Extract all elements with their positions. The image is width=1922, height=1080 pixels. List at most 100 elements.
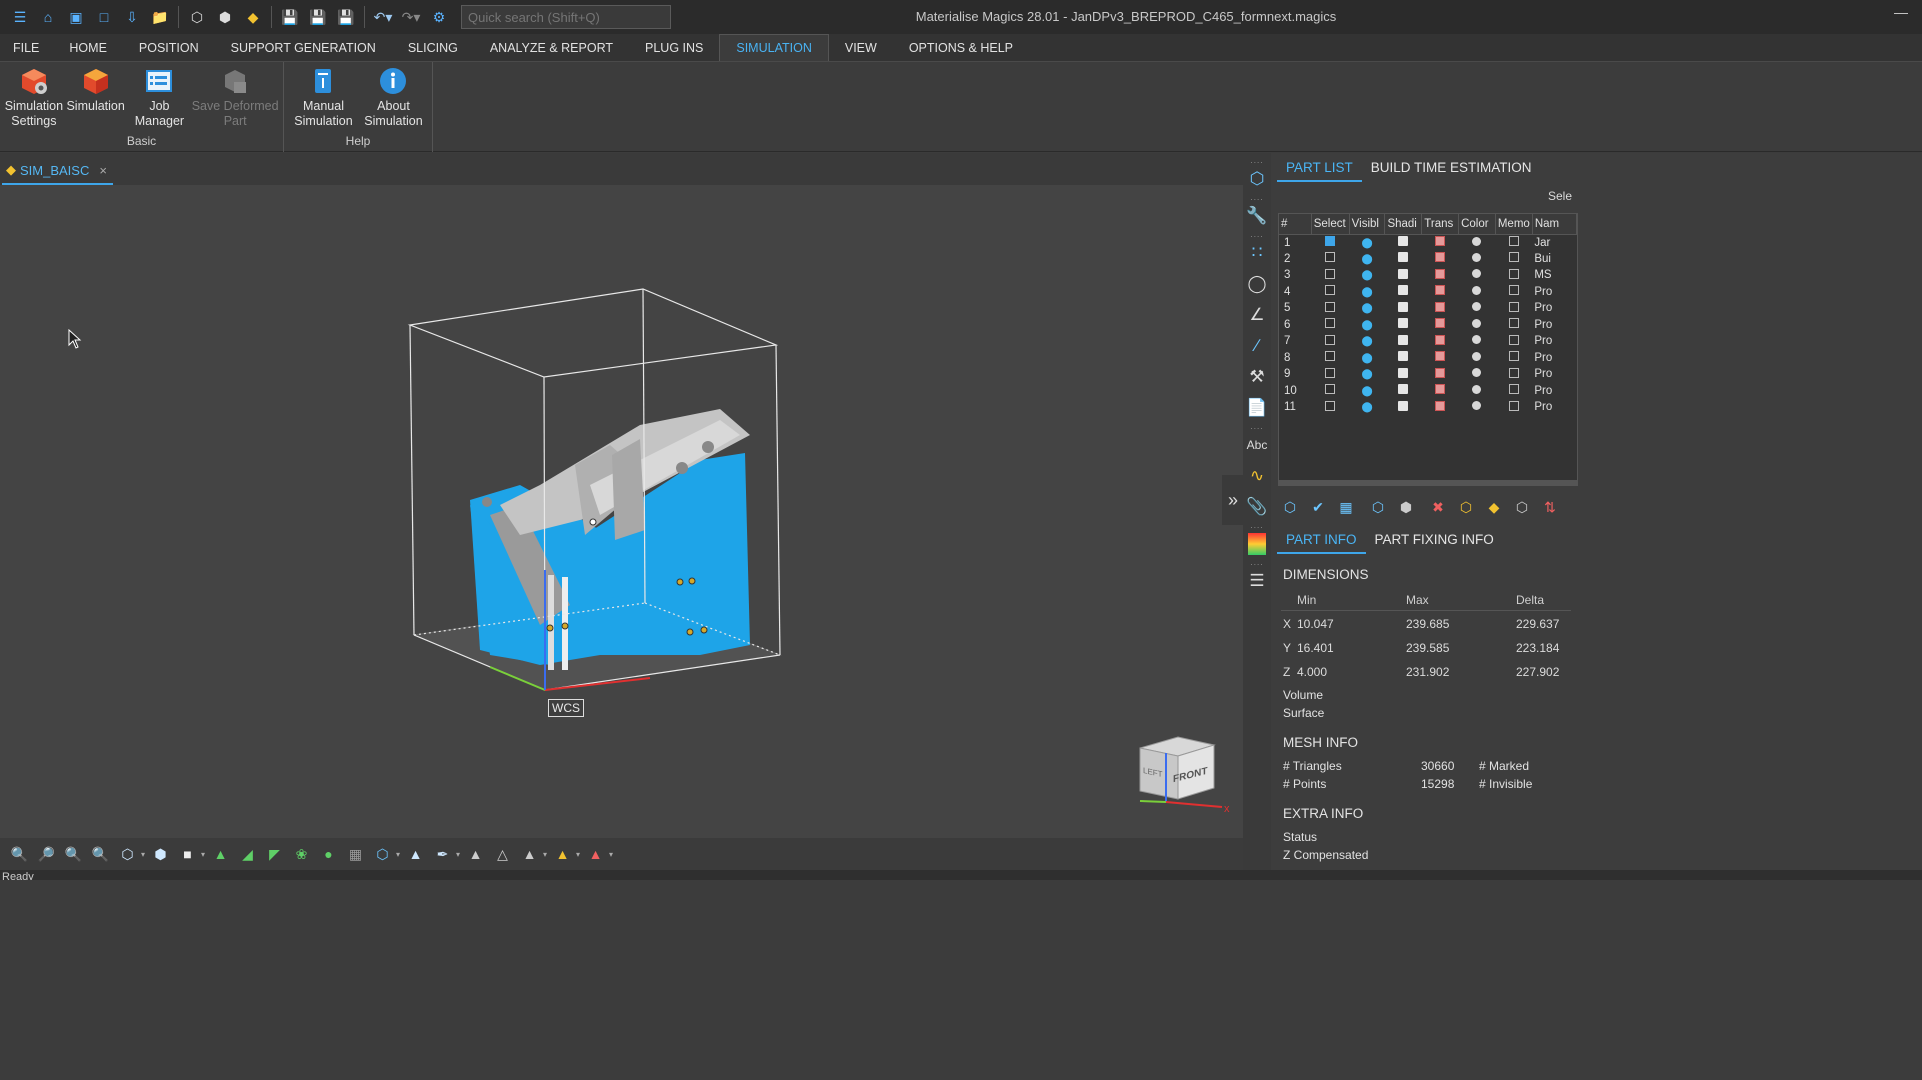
transparency-icon[interactable] (1422, 399, 1459, 416)
dropdown-arrow-icon[interactable]: ▾ (141, 850, 147, 859)
scene-canvas[interactable]: x (0, 185, 1243, 838)
memo-icon[interactable] (1495, 284, 1532, 301)
memo-icon[interactable] (1495, 267, 1532, 284)
folder-icon[interactable]: 📁 (149, 6, 171, 28)
shaded-cube-icon[interactable] (1385, 267, 1422, 284)
visible-eye-icon[interactable]: ⬤ (1349, 251, 1385, 268)
transparency-icon[interactable] (1422, 383, 1459, 400)
shaded-cube-icon[interactable] (1385, 234, 1422, 251)
part-color-icon[interactable]: ⬡ (1455, 496, 1477, 518)
color-scale-icon[interactable] (1245, 530, 1269, 558)
table-row[interactable]: 11 ⬤ Pro (1279, 399, 1577, 416)
memo-icon[interactable] (1495, 300, 1532, 317)
points-icon[interactable]: ∷ (1245, 239, 1269, 267)
app-menu-icon[interactable]: ☰ (9, 6, 31, 28)
select-checkbox[interactable] (1311, 267, 1349, 284)
tab-part-info[interactable]: PART INFO (1277, 526, 1366, 554)
select-checkbox[interactable] (1311, 251, 1349, 268)
shaded-cube-icon[interactable] (1385, 251, 1422, 268)
color-swatch[interactable] (1459, 350, 1496, 367)
visible-eye-icon[interactable]: ⬤ (1349, 284, 1385, 301)
transparency-icon[interactable] (1422, 234, 1459, 251)
shaded-icon[interactable]: ■ (177, 843, 199, 865)
table-horizontal-scrollbar[interactable] (1278, 480, 1578, 486)
col-shading[interactable]: Shadi (1384, 214, 1423, 235)
quick-search-input[interactable] (461, 5, 671, 29)
mark-brush-icon[interactable]: ✒ (432, 843, 454, 865)
zoom-selected-icon[interactable]: 🔍 (63, 843, 85, 865)
save-all-icon[interactable]: 💾 (335, 6, 357, 28)
part-box-icon[interactable]: ⬡ (1511, 496, 1533, 518)
table-row[interactable]: 9 ⬤ Pro (1279, 366, 1577, 383)
table-row[interactable]: 6 ⬤ Pro (1279, 317, 1577, 334)
tab-build-time-estimation[interactable]: BUILD TIME ESTIMATION (1362, 154, 1541, 182)
select-checkbox[interactable] (1311, 284, 1349, 301)
tab-slicing[interactable]: SLICING (392, 34, 474, 61)
color-swatch[interactable] (1459, 333, 1496, 350)
table-row[interactable]: 2 ⬤ Bui (1279, 251, 1577, 268)
sphere-icon[interactable]: ● (318, 843, 340, 865)
label-part-icon[interactable]: ◆ (1483, 496, 1505, 518)
select-checkbox[interactable] (1311, 383, 1349, 400)
visible-eye-icon[interactable]: ⬤ (1349, 366, 1385, 383)
clip-icon[interactable]: 📎 (1245, 493, 1269, 521)
color-swatch[interactable] (1459, 251, 1496, 268)
table-row[interactable]: 4 ⬤ Pro (1279, 284, 1577, 301)
dropdown-arrow-icon[interactable]: ▾ (456, 850, 462, 859)
color-swatch[interactable] (1459, 267, 1496, 284)
tab-analyze-report[interactable]: ANALYZE & REPORT (474, 34, 629, 61)
visible-eye-icon[interactable]: ⬤ (1349, 234, 1385, 251)
wave-icon[interactable]: ∿ (1245, 462, 1269, 490)
shaded-cube-icon[interactable] (1385, 350, 1422, 367)
mark-outline-icon[interactable]: △ (492, 843, 514, 865)
table-row[interactable]: 1 ⬤ Jar (1279, 234, 1577, 251)
tools-icon[interactable]: ⚒ (1245, 363, 1269, 391)
dropdown-arrow-icon[interactable]: ▾ (201, 850, 207, 859)
select-triangle-icon[interactable]: ▲ (210, 843, 232, 865)
lasso-icon[interactable]: ❀ (291, 843, 313, 865)
memo-icon[interactable] (1495, 234, 1532, 251)
shaded-cube-icon[interactable] (1385, 399, 1422, 416)
col-memo[interactable]: Memo (1495, 214, 1533, 235)
part-box-icon[interactable]: ⬡ (372, 843, 394, 865)
dropdown-arrow-icon[interactable]: ▾ (396, 850, 402, 859)
tab-home[interactable]: HOME (53, 34, 123, 61)
visible-eye-icon[interactable]: ⬤ (1349, 267, 1385, 284)
import-icon[interactable]: ⇩ (121, 6, 143, 28)
cube-icon[interactable]: ⬢ (214, 6, 236, 28)
wrench-icon[interactable]: 🔧 (1245, 202, 1269, 230)
document-tab[interactable]: ◆ SIM_BAISC × (2, 157, 113, 185)
tab-position[interactable]: POSITION (123, 34, 215, 61)
dropdown-arrow-icon[interactable]: ▾ (543, 850, 549, 859)
home-icon[interactable]: ⌂ (37, 6, 59, 28)
part-icon[interactable]: ⬡ (186, 6, 208, 28)
save-as-icon[interactable]: 💾 (307, 6, 329, 28)
select-checkbox[interactable] (1311, 399, 1349, 416)
table-row[interactable]: 5 ⬤ Pro (1279, 300, 1577, 317)
close-icon[interactable]: × (99, 163, 107, 178)
save-icon[interactable]: 💾 (279, 6, 301, 28)
transparency-icon[interactable] (1422, 251, 1459, 268)
part-list-icon[interactable]: ▦ (1335, 496, 1357, 518)
memo-icon[interactable] (1495, 383, 1532, 400)
memo-icon[interactable] (1495, 251, 1532, 268)
copy-part-icon[interactable]: ⬡ (1367, 496, 1389, 518)
collapse-panel-button[interactable]: » (1222, 475, 1244, 525)
visible-eye-icon[interactable]: ⬤ (1349, 333, 1385, 350)
redo-icon[interactable]: ↷▾ (400, 6, 422, 28)
page-icon[interactable]: 📄 (1245, 394, 1269, 422)
table-row[interactable]: 3 ⬤ MS (1279, 267, 1577, 284)
tab-view[interactable]: VIEW (829, 34, 893, 61)
tab-file[interactable]: FILE (0, 34, 53, 61)
select-checkbox[interactable] (1311, 333, 1349, 350)
merge-part-icon[interactable]: ⬢ (1395, 496, 1417, 518)
color-swatch[interactable] (1459, 383, 1496, 400)
tab-options-help[interactable]: OPTIONS & HELP (893, 34, 1029, 61)
select-checkbox[interactable] (1311, 350, 1349, 367)
color-swatch[interactable] (1459, 234, 1496, 251)
transparency-icon[interactable] (1422, 366, 1459, 383)
shaded-cube-icon[interactable] (1385, 383, 1422, 400)
sort-icon[interactable]: ⇅ (1539, 496, 1561, 518)
new-icon[interactable]: □ (93, 6, 115, 28)
abc-icon[interactable]: Abc (1245, 431, 1269, 459)
